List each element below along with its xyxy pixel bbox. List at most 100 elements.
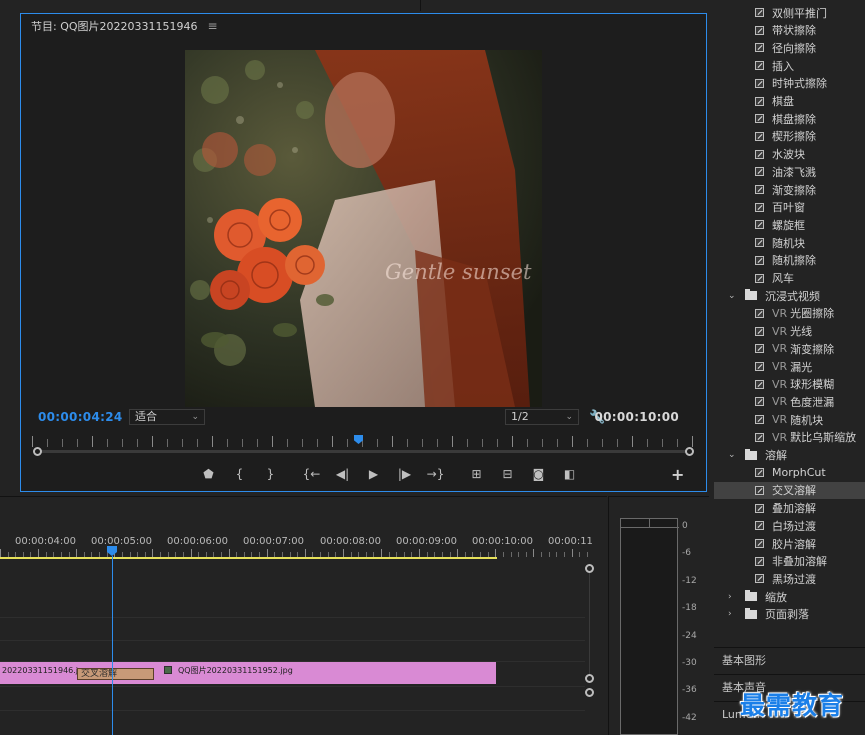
add-button-icon[interactable]: + xyxy=(671,465,684,484)
ruler-tick xyxy=(257,439,258,447)
chevron-down-icon[interactable]: ⌄ xyxy=(728,291,738,301)
scroll-handle-top[interactable] xyxy=(585,564,594,573)
effects-item[interactable]: 叠加溶解 xyxy=(714,500,865,517)
fit-dropdown[interactable]: 适合 ⌄ xyxy=(129,409,205,425)
effects-item[interactable]: 径向擦除 xyxy=(714,39,865,56)
effects-item[interactable]: 插入 xyxy=(714,57,865,74)
transition-icon xyxy=(755,238,764,248)
effects-item[interactable]: 时钟式擦除 xyxy=(714,75,865,92)
ruler-tick xyxy=(152,549,154,557)
ruler-tick xyxy=(0,549,1,557)
effects-item[interactable]: 棋盘 xyxy=(714,93,865,110)
effects-item-label: 随机块 xyxy=(790,413,824,427)
clip-image-b[interactable]: QQ图片20220331151952.jpg xyxy=(112,662,496,684)
effects-panel: 双侧平推门带状擦除径向擦除插入 时钟式擦除 棋盘 棋盘擦除 楔形擦除 水波块 油漆飞溅 渐变擦… xyxy=(714,0,865,647)
chevron-right-icon[interactable]: › xyxy=(728,592,738,602)
ruler-tick xyxy=(377,439,378,447)
effects-item[interactable]: VR 随机块 xyxy=(714,411,865,428)
effects-folder[interactable]: ⌄ 溶解 xyxy=(714,447,865,464)
ruler-tick xyxy=(32,436,33,447)
top-panel-strip xyxy=(420,0,710,11)
insert-icon[interactable]: ⊞ xyxy=(461,465,492,483)
timeline-vertical-scrollbar[interactable] xyxy=(589,573,590,674)
chevron-right-icon[interactable]: › xyxy=(728,609,738,619)
effects-item-label: MorphCut xyxy=(772,466,826,480)
effects-item[interactable]: 白场过渡 xyxy=(714,517,865,534)
effects-item-label: 黑场过渡 xyxy=(772,572,816,586)
effects-item[interactable]: 交叉溶解 xyxy=(714,481,865,499)
basic-graphics-panel-tab[interactable]: 基本图形 xyxy=(714,647,865,673)
cross-dissolve-transition[interactable]: 交叉溶解 xyxy=(77,668,154,680)
mark-out-icon[interactable]: } xyxy=(255,465,286,483)
ruler-tick xyxy=(242,439,243,447)
effects-item[interactable]: 水波块 xyxy=(714,146,865,163)
step-back-icon[interactable]: ◀| xyxy=(327,465,358,483)
effects-folder[interactable]: ⌄ 沉浸式视频 xyxy=(714,287,865,304)
zoom-handle-left[interactable] xyxy=(33,447,42,456)
overwrite-icon[interactable]: ⊟ xyxy=(492,465,523,483)
chevron-down-icon[interactable]: ⌄ xyxy=(728,450,738,460)
ruler-tick xyxy=(495,549,497,557)
ruler-tick xyxy=(437,439,438,447)
mark-in-icon[interactable]: { xyxy=(224,465,255,483)
effects-item[interactable]: 随机擦除 xyxy=(714,252,865,269)
effects-item[interactable]: VR 默比乌斯缩放 xyxy=(714,429,865,446)
effects-item[interactable]: VR 球形模糊 xyxy=(714,376,865,393)
effects-item[interactable]: 油漆飞溅 xyxy=(714,163,865,180)
zoom-scrollbar[interactable] xyxy=(37,450,689,453)
effects-item-label: 螺旋框 xyxy=(772,218,805,232)
ruler-label: 00:00:05:00 xyxy=(91,536,153,547)
marker-icon[interactable]: ⬟ xyxy=(193,465,224,483)
effects-item[interactable]: 楔形擦除 xyxy=(714,128,865,145)
effects-item[interactable]: 黑场过渡 xyxy=(714,570,865,587)
ruler-tick xyxy=(392,436,393,447)
monitor-title[interactable]: 节目: QQ图片20220331151946 xyxy=(31,18,198,34)
current-timecode[interactable]: 00:00:04:24 xyxy=(38,410,123,424)
vr-prefix: VR xyxy=(772,306,788,320)
camera-icon[interactable]: ◙ xyxy=(523,465,554,483)
scroll-handle-bottom[interactable] xyxy=(585,674,594,683)
effects-item[interactable]: 带状擦除 xyxy=(714,22,865,39)
play-icon[interactable]: ▶ xyxy=(358,465,389,483)
effects-item-label: 双侧平推门 xyxy=(772,6,827,20)
video-watermark: Gentle sunset xyxy=(385,260,532,284)
ruler-tick xyxy=(137,439,138,447)
effects-item[interactable]: 随机块 xyxy=(714,234,865,251)
step-forward-icon[interactable]: |▶ xyxy=(389,465,420,483)
ruler-tick xyxy=(92,436,93,447)
zoom-handle-right[interactable] xyxy=(685,447,694,456)
effects-folder[interactable]: › 页面剥落 xyxy=(714,606,865,623)
effects-item[interactable]: VR 光线 xyxy=(714,323,865,340)
effects-item[interactable]: 风车 xyxy=(714,270,865,287)
effects-item[interactable]: 双侧平推门 xyxy=(714,4,865,21)
effects-item[interactable]: VR 漏光 xyxy=(714,358,865,375)
effects-item[interactable]: 非叠加溶解 xyxy=(714,553,865,570)
effects-item[interactable]: VR 色度泄漏 xyxy=(714,393,865,410)
db-label: -36 xyxy=(682,685,697,696)
effects-item[interactable]: 百叶窗 xyxy=(714,199,865,216)
work-area-bar[interactable] xyxy=(0,557,497,559)
meter-top-line xyxy=(621,527,679,528)
ruler-tick xyxy=(662,439,663,447)
track-divider xyxy=(0,640,585,641)
compare-icon[interactable]: ◧ xyxy=(554,465,585,483)
effects-item[interactable]: VR 渐变擦除 xyxy=(714,340,865,357)
ruler-tick xyxy=(266,549,268,557)
effects-item-label: 页面剥落 xyxy=(765,608,809,622)
effects-item[interactable]: 渐变擦除 xyxy=(714,181,865,198)
effects-item[interactable]: 棋盘擦除 xyxy=(714,110,865,127)
ruler-tick xyxy=(602,439,603,447)
scroll-handle-lower[interactable] xyxy=(585,688,594,697)
effects-item-label: 径向擦除 xyxy=(772,41,816,55)
effects-item[interactable]: 螺旋框 xyxy=(714,216,865,233)
timeline-ruler[interactable] xyxy=(0,549,590,557)
hamburger-icon[interactable]: ≡ xyxy=(208,19,218,33)
go-to-out-icon[interactable]: →} xyxy=(420,465,451,483)
ruler-tick xyxy=(541,552,543,557)
resolution-dropdown[interactable]: 1/2 ⌄ xyxy=(505,409,579,425)
effects-item[interactable]: MorphCut xyxy=(714,464,865,481)
effects-folder[interactable]: › 缩放 xyxy=(714,588,865,605)
effects-item[interactable]: VR 光圈擦除 xyxy=(714,305,865,322)
effects-item[interactable]: 胶片溶解 xyxy=(714,535,865,552)
go-to-in-icon[interactable]: {← xyxy=(296,465,327,483)
